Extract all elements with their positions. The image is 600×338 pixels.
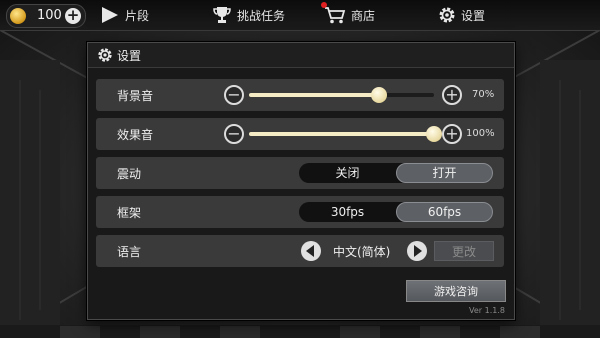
gear-icon — [439, 7, 455, 23]
language-change-button[interactable]: 更改 — [434, 241, 494, 261]
sfx-decrease-button[interactable]: − — [224, 124, 244, 144]
vibration-label: 震动 — [117, 167, 142, 181]
sfx-slider-fill — [249, 132, 434, 136]
nav-shop[interactable]: 商店 — [321, 2, 376, 24]
nav-clips-label: 片段 — [125, 8, 150, 23]
nav-clips[interactable]: 片段 — [100, 6, 149, 24]
sfx-label: 效果音 — [117, 128, 154, 142]
sfx-increase-button[interactable]: + — [442, 124, 462, 144]
bgm-percent: 70% — [472, 89, 495, 100]
vibration-toggle: 关闭 打开 — [299, 163, 493, 183]
nav-settings-label: 设置 — [461, 8, 486, 23]
sfx-slider-handle[interactable] — [426, 126, 442, 142]
framerate-label: 框架 — [117, 206, 142, 220]
bgm-decrease-button[interactable]: − — [224, 85, 244, 105]
nav-settings[interactable]: 设置 — [438, 6, 485, 24]
nav-challenges[interactable]: 挑战任务 — [212, 6, 285, 24]
coin-icon — [10, 8, 26, 24]
vibration-off-option[interactable]: 关闭 — [299, 163, 396, 183]
coin-counter: 100 + — [6, 4, 86, 28]
framerate-30-option[interactable]: 30fps — [299, 202, 396, 222]
bgm-slider-handle[interactable] — [371, 87, 387, 103]
bgm-label: 背景音 — [117, 89, 154, 103]
nav-challenges-label: 挑战任务 — [237, 8, 286, 23]
play-icon — [102, 7, 118, 23]
language-label: 语言 — [117, 245, 142, 259]
sfx-percent: 100% — [466, 128, 495, 139]
top-bar: 100 + 片段 挑战任务 商店 设置 — [0, 0, 600, 31]
arrow-right-icon — [414, 245, 422, 257]
bgm-slider[interactable] — [249, 93, 434, 97]
game-consult-button[interactable]: 游戏咨询 — [406, 280, 506, 302]
add-coins-button[interactable]: + — [65, 8, 81, 24]
arrow-left-icon — [306, 245, 314, 257]
bgm-increase-button[interactable]: + — [442, 85, 462, 105]
gear-icon — [98, 48, 112, 62]
sfx-slider[interactable] — [249, 132, 434, 136]
cart-icon — [325, 7, 346, 24]
bgm-row: 背景音 − + 70% — [96, 79, 504, 111]
language-next-button[interactable] — [407, 241, 427, 261]
vibration-on-option[interactable]: 打开 — [396, 163, 493, 183]
framerate-60-option[interactable]: 60fps — [396, 202, 493, 222]
sfx-row: 效果音 − + 100% — [96, 118, 504, 150]
bgm-slider-fill — [249, 93, 379, 97]
language-prev-button[interactable] — [301, 241, 321, 261]
panel-title: 设置 — [117, 49, 142, 63]
language-value: 中文(简体) — [333, 245, 391, 259]
vibration-row: 震动 关闭 打开 — [96, 157, 504, 189]
panel-header: 设置 — [88, 43, 514, 68]
trophy-icon — [213, 7, 231, 23]
framerate-row: 框架 30fps 60fps — [96, 196, 504, 228]
nav-shop-label: 商店 — [351, 8, 376, 23]
settings-panel: 设置 背景音 − + 70% 效果音 − + 100% 震动 关闭 打开 框架 … — [87, 42, 515, 320]
framerate-toggle: 30fps 60fps — [299, 202, 493, 222]
shop-notification-dot — [321, 2, 327, 8]
language-row: 语言 中文(简体) 更改 — [96, 235, 504, 267]
version-label: Ver 1.1.8 — [469, 306, 505, 315]
coin-amount: 100 — [37, 8, 62, 23]
